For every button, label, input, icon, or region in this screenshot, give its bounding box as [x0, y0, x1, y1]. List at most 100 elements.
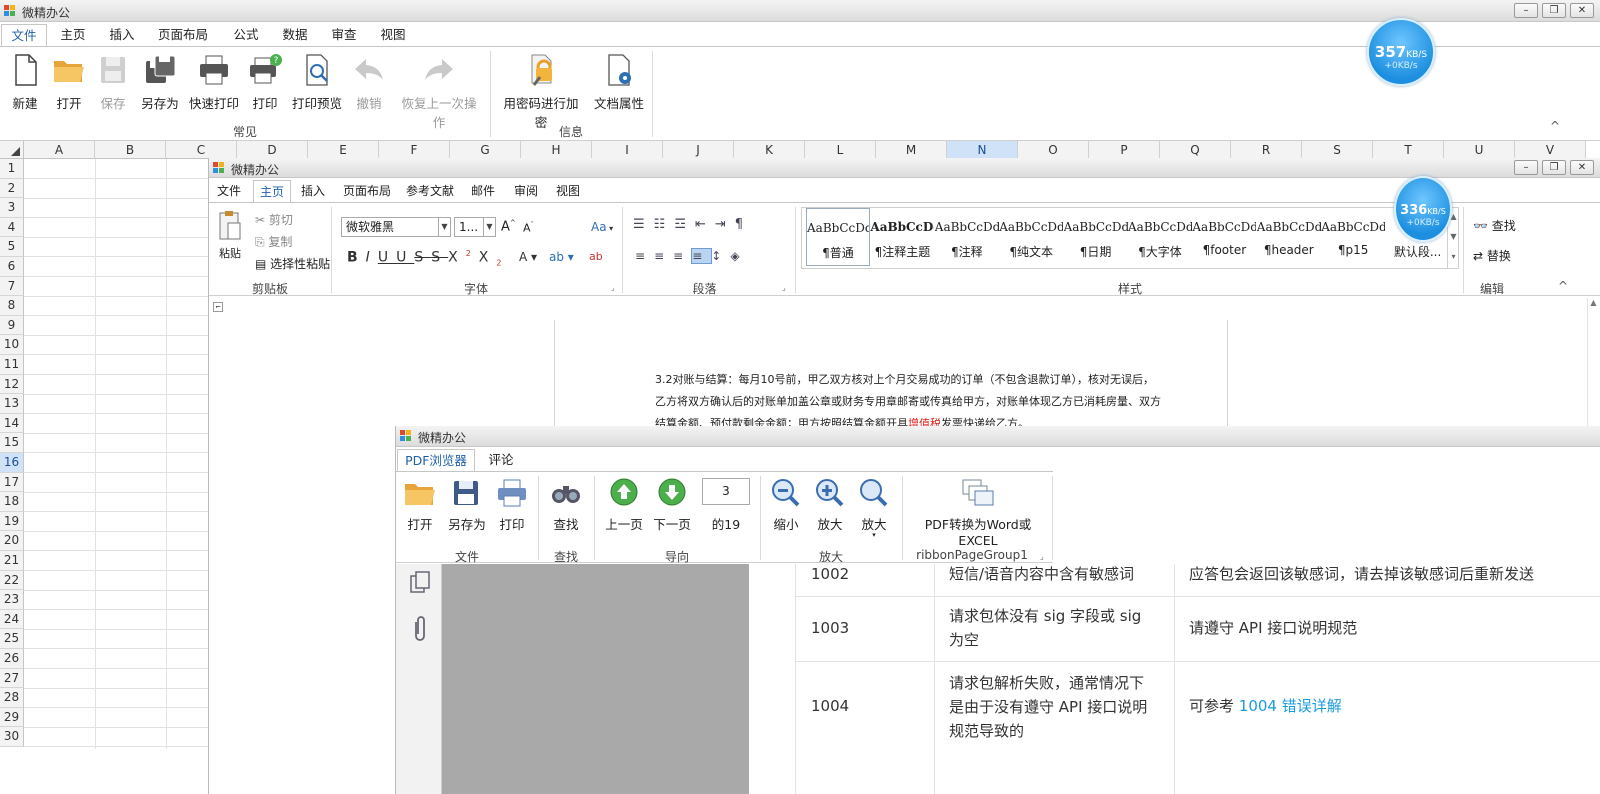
column-header[interactable]: P	[1089, 141, 1160, 159]
zoom-menu-button[interactable]: 放大 ▾	[856, 478, 892, 539]
pdf-page-view[interactable]: 1002 短信/语音内容中含有敏感词 应答包会返回该敏感词，请去掉该敏感词后重新…	[749, 564, 1600, 794]
strikethrough-icon[interactable]: S	[414, 250, 431, 266]
row-header[interactable]: 12	[0, 374, 24, 395]
pdf-convert-button[interactable]: PDF转换为Word或EXCEL	[910, 478, 1046, 548]
pdf-save-as-button[interactable]: 另存为	[446, 478, 488, 533]
network-speed-widget[interactable]: 357KB/S +0KB/s	[1367, 18, 1435, 86]
row-header[interactable]: 16	[0, 453, 24, 473]
column-header[interactable]: S	[1302, 141, 1373, 159]
pdf-find-button[interactable]: 查找	[548, 478, 584, 533]
numbering-icon[interactable]: ☷	[654, 217, 675, 232]
font-name-combo[interactable]: 微软雅黑 ▼	[341, 217, 451, 237]
style-item[interactable]: AaBbCcDdE ¶注释	[935, 208, 999, 266]
style-item[interactable]: AaBbCcDdE ¶p15	[1321, 208, 1385, 266]
double-underline-icon[interactable]: U	[396, 250, 414, 266]
tab-pdf-browser[interactable]: PDF浏览器	[397, 449, 475, 471]
row-header[interactable]: 8	[0, 296, 24, 316]
new-button[interactable]: 新建	[6, 53, 44, 112]
column-header[interactable]: K	[734, 141, 805, 159]
font-size-combo[interactable]: 1... ▼	[454, 217, 496, 237]
row-header[interactable]: 10	[0, 335, 24, 355]
row-header[interactable]: 5	[0, 237, 24, 257]
ribbon-collapse-button[interactable]: ^	[1550, 119, 1560, 133]
restore-button[interactable]: ❐	[1542, 160, 1566, 175]
row-header[interactable]: 4	[0, 217, 24, 238]
row-header[interactable]: 6	[0, 257, 24, 277]
minimize-button[interactable]: –	[1514, 160, 1538, 175]
column-header[interactable]: A	[24, 141, 95, 159]
column-header[interactable]: B	[95, 141, 166, 159]
open-button[interactable]: 打开	[50, 53, 88, 112]
subscript-icon[interactable]: 2	[496, 258, 509, 267]
tab-home[interactable]: 主页	[53, 24, 93, 46]
tab-insert[interactable]: 插入	[102, 24, 142, 46]
column-header[interactable]: H	[521, 141, 592, 159]
tab-file[interactable]: 文件	[213, 180, 245, 202]
pilcrow-icon[interactable]: ¶	[735, 217, 752, 232]
dialog-launcher-icon[interactable]: ⌟	[1040, 552, 1044, 561]
row-header[interactable]: 26	[0, 649, 24, 669]
zoom-out-button[interactable]: 缩小	[768, 478, 804, 533]
column-header[interactable]: Q	[1160, 141, 1231, 159]
bold-icon[interactable]: B	[347, 250, 366, 266]
tab-home[interactable]: 主页	[253, 180, 291, 202]
page-number-input[interactable]: 3	[702, 478, 750, 505]
tab-comments[interactable]: 评论	[482, 449, 520, 471]
dialog-launcher-icon[interactable]: ⌟	[782, 283, 786, 292]
row-header[interactable]: 13	[0, 394, 24, 414]
row-header[interactable]: 21	[0, 551, 24, 571]
row-header[interactable]: 9	[0, 315, 24, 336]
column-header[interactable]: I	[592, 141, 663, 159]
line-spacing-icon[interactable]: ↕	[711, 249, 730, 263]
superscript-icon[interactable]: 2	[466, 249, 479, 258]
bullets-icon[interactable]: ☰	[633, 217, 654, 232]
tab-file[interactable]: 文件	[1, 24, 47, 46]
font-color-icon[interactable]: A ▾	[519, 250, 537, 264]
multilevel-list-icon[interactable]: ☲	[674, 217, 695, 232]
tab-review[interactable]: 审查	[324, 24, 364, 46]
pdf-thumbnail-pane[interactable]	[442, 564, 749, 794]
row-header[interactable]: 30	[0, 727, 24, 747]
italic-icon[interactable]: I	[366, 250, 378, 266]
column-header[interactable]: M	[876, 141, 947, 159]
ruler-toggle-icon[interactable]: ⌐	[213, 302, 223, 312]
row-header[interactable]: 11	[0, 355, 24, 375]
minimize-button[interactable]: –	[1514, 3, 1538, 18]
row-header[interactable]: 23	[0, 590, 24, 610]
prev-page-button[interactable]: 上一页	[602, 478, 646, 533]
column-header[interactable]: N	[947, 141, 1018, 159]
style-item[interactable]: AaBbCcDdEe ¶header	[1257, 208, 1321, 266]
style-item[interactable]: AaBbCcDdE ¶日期	[1064, 208, 1128, 266]
column-header[interactable]: L	[805, 141, 876, 159]
column-header[interactable]: R	[1231, 141, 1302, 159]
error-detail-link[interactable]: 1004 错误详解	[1239, 697, 1342, 715]
close-button[interactable]: ✕	[1570, 3, 1594, 18]
tab-view[interactable]: 视图	[552, 180, 584, 202]
increase-indent-icon[interactable]: ⇥	[715, 217, 735, 232]
tab-page-layout[interactable]: 页面布局	[153, 24, 213, 46]
column-header[interactable]: T	[1373, 141, 1444, 159]
pdf-print-button[interactable]: 打印	[494, 478, 530, 533]
highlight-icon[interactable]: ab ▾	[549, 250, 574, 264]
quick-print-button[interactable]: 快速打印	[187, 53, 241, 112]
column-header[interactable]: G	[450, 141, 521, 159]
double-strikethrough-icon[interactable]: S	[431, 250, 448, 266]
column-header[interactable]: F	[379, 141, 450, 159]
style-item[interactable]: AaBbCcDdE ¶普通	[806, 208, 870, 266]
row-header[interactable]: 25	[0, 629, 24, 649]
doc-properties-button[interactable]: 文档属性	[592, 53, 646, 112]
grow-font-icon[interactable]: A^	[501, 219, 516, 234]
style-item[interactable]: AaBbCcDdEe ¶纯文本	[999, 208, 1063, 266]
redo-button[interactable]: 恢复上一次操作	[396, 53, 482, 131]
column-header[interactable]: J	[663, 141, 734, 159]
row-header[interactable]: 27	[0, 668, 24, 689]
encrypt-button[interactable]: 用密码进行加密	[498, 53, 584, 131]
tab-insert[interactable]: 插入	[297, 180, 329, 202]
column-header[interactable]: E	[308, 141, 379, 159]
copy-button[interactable]: ⎘ 复制	[255, 233, 292, 250]
row-header[interactable]: 3	[0, 198, 24, 218]
column-header[interactable]: D	[237, 141, 308, 159]
row-header[interactable]: 17	[0, 472, 24, 493]
style-item[interactable]: AaBbCcDdEe ¶footer	[1192, 208, 1256, 266]
cut-button[interactable]: ✂ 剪切	[255, 211, 293, 228]
